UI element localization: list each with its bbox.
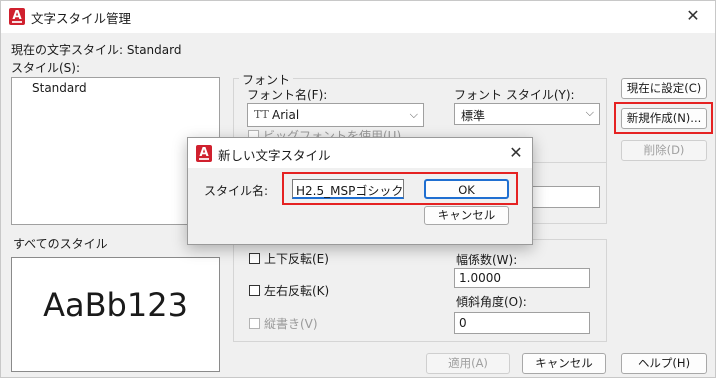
close-icon[interactable]: ✕ [681, 5, 705, 27]
backwards-checkbox[interactable] [249, 285, 260, 296]
dialog-close-icon[interactable]: ✕ [504, 142, 528, 164]
style-list-item[interactable]: Standard [32, 81, 87, 95]
current-style-caption: 現在の文字スタイル: [11, 43, 124, 57]
backwards-label: 左右反転(K) [264, 284, 330, 298]
dialog-highlight [282, 172, 518, 205]
width-factor-field[interactable]: 1.0000 [454, 268, 590, 288]
preview-text: AaBb123 [43, 286, 188, 324]
font-name-label: フォント名(F): [247, 88, 328, 102]
preview-box: AaBb123 [11, 257, 220, 372]
style-filter-value: すべてのスタイル [13, 237, 108, 251]
chevron-down-icon: ⌵ [409, 108, 418, 121]
new-button-highlight [614, 102, 713, 134]
font-name-value: Arial [272, 108, 300, 122]
title-bar: A 文字スタイル管理 ✕ [1, 1, 715, 33]
upside-down-label: 上下反転(E) [264, 252, 329, 266]
text-style-window: A 文字スタイル管理 ✕ 現在の文字スタイル: Standard スタイル(S)… [0, 0, 716, 378]
apply-button[interactable]: 適用(A) [426, 353, 510, 374]
autocad-logo-icon: A [196, 145, 212, 162]
delete-button[interactable]: 削除(D) [621, 140, 707, 161]
new-style-dialog: A 新しい文字スタイル ✕ スタイル名: H2.5_MSPゴシック OK キャン… [187, 137, 533, 245]
font-style-value: 標準 [461, 109, 486, 123]
upside-down-checkbox[interactable] [249, 253, 260, 264]
oblique-label: 傾斜角度(O): [456, 295, 527, 309]
oblique-field[interactable]: 0 [454, 312, 590, 334]
dialog-title-bar: A 新しい文字スタイル ✕ [188, 138, 532, 168]
chevron-down-icon: ⌵ [585, 106, 594, 119]
font-style-select[interactable]: 標準 ⌵ [454, 103, 600, 125]
current-style-label: 現在の文字スタイル: Standard [11, 41, 181, 58]
help-button[interactable]: ヘルプ(H) [621, 353, 707, 374]
current-style-value: Standard [126, 43, 182, 57]
font-style-label: フォント スタイル(Y): [454, 88, 575, 102]
vertical-label: 縦書き(V) [264, 317, 318, 331]
set-current-button[interactable]: 現在に設定(C) [621, 78, 707, 99]
oblique-value: 0 [459, 316, 467, 330]
styles-label: スタイル(S): [11, 61, 81, 75]
style-name-label: スタイル名: [204, 184, 269, 198]
dialog-title: 新しい文字スタイル [218, 148, 331, 163]
dialog-cancel-button[interactable]: キャンセル [424, 206, 509, 225]
cancel-button[interactable]: キャンセル [522, 353, 606, 374]
width-factor-label: 幅係数(W): [456, 253, 518, 267]
font-name-select[interactable]: TT Arial ⌵ [247, 103, 424, 127]
truetype-font-icon: TT [254, 108, 269, 121]
autocad-logo-icon: A [9, 8, 25, 25]
width-factor-value: 1.0000 [459, 271, 501, 285]
vertical-checkbox[interactable] [249, 318, 260, 329]
window-title: 文字スタイル管理 [31, 11, 132, 26]
